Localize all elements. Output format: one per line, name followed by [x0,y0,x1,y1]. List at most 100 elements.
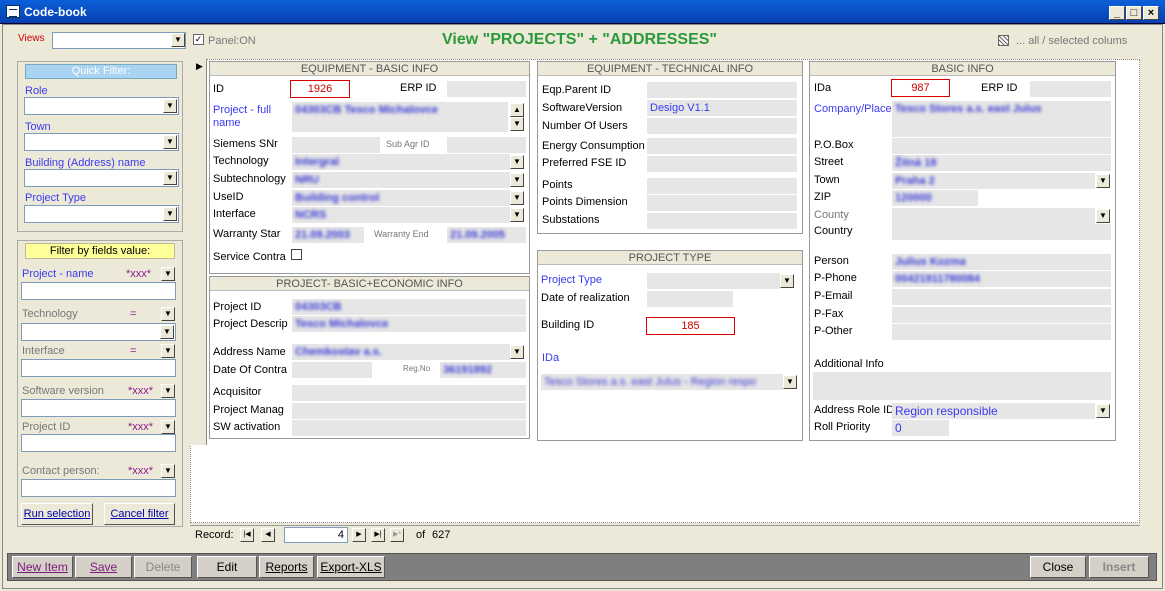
county-dropdown[interactable] [892,208,1095,224]
preferred-fse-value[interactable] [647,156,797,172]
scroll-down-icon[interactable]: ▼ [510,117,524,131]
filter-technology-dropdown[interactable]: ▼ [21,323,176,341]
new-record-icon[interactable]: ▶* [390,528,404,542]
insert-button[interactable]: Insert [1089,556,1149,578]
close-button[interactable]: Close [1030,556,1086,578]
address-name-dropdown[interactable]: Chemkostav a.s. [292,344,510,360]
p-email-value[interactable] [892,289,1111,305]
close-icon[interactable]: × [1143,6,1159,20]
p-phone-value[interactable]: 00421911780084 [892,271,1111,287]
address-name-dropdown-icon[interactable]: ▼ [510,345,524,359]
project-ida-dropdown[interactable]: Tesco Stores a.s. east Julus - Region re… [541,374,783,390]
warranty-start-value[interactable]: 21.09.2003 [292,227,364,243]
p-fax-value[interactable] [892,307,1111,323]
record-number-input[interactable]: 4 [284,527,348,543]
prev-record-icon[interactable]: ◀ [261,528,275,542]
substations-value[interactable] [647,213,797,229]
building-id-value[interactable]: 185 [646,317,735,335]
street-value[interactable]: Žitná 18 [892,155,1111,171]
p-other-value[interactable] [892,324,1111,340]
record-selector[interactable] [190,59,207,445]
edit-button[interactable]: Edit [197,556,257,578]
project-description-value[interactable]: Tesco Michalovce [292,316,526,332]
columns-icon[interactable] [998,35,1009,46]
software-version-value[interactable]: Desigo V1.1 [647,100,797,116]
points-dimension-value[interactable] [647,195,797,211]
filter-software-version-op-dropdown[interactable]: ▼ [161,384,175,398]
reg-no-value[interactable]: 36191892 [440,362,526,378]
basic-erp-id-value[interactable] [1030,81,1111,97]
date-of-realization-value[interactable] [647,291,733,307]
export-xls-button[interactable]: Export-XLS [317,556,385,578]
cancel-filter-button[interactable]: Cancel filter [104,503,175,525]
filter-contact-person-op-dropdown[interactable]: ▼ [161,464,175,478]
zip-value[interactable]: 120000 [892,190,978,206]
last-record-icon[interactable]: ▶| [371,528,385,542]
company-place-value[interactable]: Tesco Stores a.s. east Julus [892,101,1111,137]
acquisitor-value[interactable] [292,385,526,401]
number-of-users-value[interactable] [647,118,797,134]
additional-info-value[interactable] [813,372,1111,400]
filter-software-version-input[interactable] [21,399,176,417]
id-value[interactable]: 1926 [290,80,350,98]
project-manager-value[interactable] [292,403,526,419]
interface-dropdown-icon[interactable]: ▼ [510,208,524,222]
scroll-up-icon[interactable]: ▲ [510,103,524,117]
service-contract-checkbox[interactable] [291,249,302,260]
filter-project-id-input[interactable] [21,434,176,452]
interface-dropdown[interactable]: NCRS [292,207,510,223]
roll-priority-value[interactable]: 0 [892,420,949,436]
save-button[interactable]: Save [75,556,132,578]
building-dropdown[interactable]: ▼ [24,169,179,187]
subtechnology-dropdown[interactable]: NRU [292,172,510,188]
filter-technology-op-dropdown[interactable]: ▼ [161,307,175,321]
filter-interface-input[interactable] [21,359,176,377]
project-id-value[interactable]: 04303CB [292,299,526,315]
new-item-button[interactable]: New Item [12,556,73,578]
reports-button[interactable]: Reports [259,556,314,578]
pobox-value[interactable] [892,138,1111,154]
project-type-dropdown[interactable]: ▼ [24,205,179,223]
useid-dropdown-icon[interactable]: ▼ [510,191,524,205]
date-of-contract-value[interactable] [292,362,372,378]
technology-dropdown[interactable]: Intergral [292,154,510,170]
delete-button[interactable]: Delete [134,556,192,578]
address-role-dropdown[interactable]: Region responsible [892,403,1095,419]
siemens-snr-value[interactable] [292,137,380,153]
sw-activation-value[interactable] [292,420,526,436]
town-dropdown-basic[interactable]: Praha 2 [892,173,1095,189]
energy-consumption-value[interactable] [647,138,797,154]
project-ida-dropdown-icon[interactable]: ▼ [783,375,797,389]
panel-checkbox[interactable]: ✓ [193,34,204,45]
ida-value[interactable]: 987 [891,79,950,97]
useid-dropdown[interactable]: Building control [292,190,510,206]
country-value[interactable] [892,224,1111,240]
maximize-icon[interactable]: □ [1126,6,1142,20]
filter-project-name-input[interactable] [21,282,176,300]
points-value[interactable] [647,178,797,194]
address-role-dropdown-icon[interactable]: ▼ [1096,404,1110,418]
eqp-parent-id-value[interactable] [647,82,797,98]
person-value[interactable]: Julius Kozma [892,254,1111,270]
minimize-icon[interactable]: _ [1109,6,1125,20]
filter-project-id-op-dropdown[interactable]: ▼ [161,420,175,434]
filter-project-name-op-dropdown[interactable]: ▼ [161,267,175,281]
county-dropdown-icon[interactable]: ▼ [1096,209,1110,223]
filter-contact-person-input[interactable] [21,479,176,497]
sub-agr-id-value[interactable] [447,137,526,153]
role-dropdown[interactable]: ▼ [24,97,179,115]
project-full-name-value[interactable]: 04303CB Tesco Michalovce [292,102,508,132]
town-dropdown[interactable]: ▼ [24,133,179,151]
erp-id-value[interactable] [447,81,526,97]
subtechnology-dropdown-icon[interactable]: ▼ [510,173,524,187]
technology-dropdown-icon[interactable]: ▼ [510,155,524,169]
run-selection-button[interactable]: Run selection [21,503,93,525]
project-type-dropdown[interactable] [647,273,780,289]
first-record-icon[interactable]: |◀ [240,528,254,542]
project-type-dropdown-icon[interactable]: ▼ [780,274,794,288]
filter-interface-op-dropdown[interactable]: ▼ [161,344,175,358]
warranty-end-value[interactable]: 21.09.2005 [447,227,526,243]
views-dropdown[interactable]: ▼ [52,32,186,49]
town-dropdown-icon[interactable]: ▼ [1096,174,1110,188]
next-record-icon[interactable]: ▶ [352,528,366,542]
